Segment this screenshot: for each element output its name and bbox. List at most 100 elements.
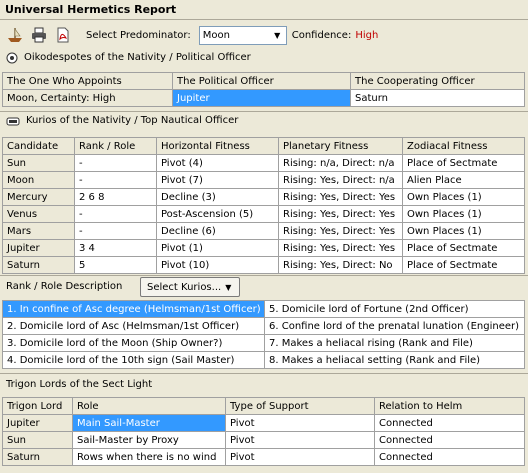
- table-cell[interactable]: Rising: Yes, Direct: n/a: [278, 171, 403, 189]
- table-cell[interactable]: Place of Sectmate: [402, 256, 525, 274]
- table-cell[interactable]: Rising: Yes, Direct: Yes: [278, 205, 403, 223]
- table-row[interactable]: Moon, Certainty: High Jupiter Saturn: [2, 89, 525, 107]
- table-cell[interactable]: 3 4: [74, 239, 157, 257]
- table-cell[interactable]: Jupiter: [2, 239, 75, 257]
- predominator-select[interactable]: Moon ▼: [198, 25, 287, 45]
- list-row[interactable]: 1. In confine of Asc degree (Helmsman/1s…: [2, 300, 525, 318]
- table-row[interactable]: Saturn 5 Pivot (10) Rising: Yes, Direct:…: [2, 256, 525, 274]
- report-title: Universal Hermetics Report: [0, 0, 528, 20]
- list-item[interactable]: 5. Domicile lord of Fortune (2nd Officer…: [264, 300, 525, 318]
- table-cell-selected[interactable]: Main Sail-Master: [72, 414, 226, 432]
- table-cell[interactable]: Venus: [2, 205, 75, 223]
- table-cell[interactable]: Post-Ascension (5): [156, 205, 279, 223]
- list-item[interactable]: 6. Confine lord of the prenatal lunation…: [264, 317, 525, 335]
- column-header[interactable]: Zodiacal Fitness: [402, 137, 525, 155]
- table-row[interactable]: Jupiter Main Sail-Master Pivot Connected: [2, 414, 525, 432]
- column-header[interactable]: Horizontal Fitness: [156, 137, 279, 155]
- table-cell[interactable]: Moon: [2, 171, 75, 189]
- table-row[interactable]: Mars - Decline (6) Rising: Yes, Direct: …: [2, 222, 525, 240]
- column-header[interactable]: Type of Support: [225, 397, 375, 415]
- table-cell[interactable]: -: [74, 205, 157, 223]
- table-cell[interactable]: Own Places (1): [402, 188, 525, 206]
- list-row[interactable]: 2. Domicile lord of Asc (Helmsman/1st Of…: [2, 317, 525, 335]
- table-cell[interactable]: Rising: Yes, Direct: Yes: [278, 188, 403, 206]
- rank-role-list: 1. In confine of Asc degree (Helmsman/1s…: [2, 300, 525, 369]
- table-cell[interactable]: Saturn: [2, 256, 75, 274]
- table-cell[interactable]: Connected: [374, 414, 525, 432]
- column-header[interactable]: Trigon Lord: [2, 397, 73, 415]
- list-item[interactable]: 4. Domicile lord of the 10th sign (Sail …: [2, 351, 265, 369]
- list-item[interactable]: 2. Domicile lord of Asc (Helmsman/1st Of…: [2, 317, 265, 335]
- table-cell[interactable]: Pivot (1): [156, 239, 279, 257]
- column-header[interactable]: The Cooperating Officer: [350, 72, 525, 90]
- table-cell[interactable]: Pivot: [225, 448, 375, 466]
- column-header[interactable]: Relation to Helm: [374, 397, 525, 415]
- select-kurios-button[interactable]: Select Kurios... ▼: [140, 277, 240, 297]
- list-item[interactable]: 3. Domicile lord of the Moon (Ship Owner…: [2, 334, 265, 352]
- table-row[interactable]: Venus - Post-Ascension (5) Rising: Yes, …: [2, 205, 525, 223]
- column-header[interactable]: Rank / Role: [74, 137, 157, 155]
- table-cell[interactable]: Rising: Yes, Direct: Yes: [278, 239, 403, 257]
- column-header[interactable]: The Political Officer: [172, 72, 351, 90]
- predominator-label: Select Predominator:: [86, 29, 191, 41]
- table-row[interactable]: Saturn Rows when there is no wind Pivot …: [2, 448, 525, 466]
- column-header[interactable]: The One Who Appoints: [2, 72, 173, 90]
- table-cell[interactable]: Connected: [374, 431, 525, 449]
- table-cell[interactable]: -: [74, 154, 157, 172]
- table-cell[interactable]: Rising: Yes, Direct: No: [278, 256, 403, 274]
- table-cell[interactable]: Rows when there is no wind: [72, 448, 226, 466]
- list-item[interactable]: 7. Makes a heliacal rising (Rank and Fil…: [264, 334, 525, 352]
- column-header[interactable]: Role: [72, 397, 226, 415]
- table-cell[interactable]: Rising: n/a, Direct: n/a: [278, 154, 403, 172]
- pdf-icon[interactable]: [54, 26, 72, 44]
- table-cell[interactable]: Saturn: [2, 448, 73, 466]
- list-row[interactable]: 4. Domicile lord of the 10th sign (Sail …: [2, 351, 525, 369]
- table-cell[interactable]: Rising: Yes, Direct: Yes: [278, 222, 403, 240]
- table-row[interactable]: Jupiter 3 4 Pivot (1) Rising: Yes, Direc…: [2, 239, 525, 257]
- trigon-heading-row: Trigon Lords of the Sect Light: [0, 373, 528, 395]
- tag-icon: [6, 52, 18, 64]
- chevron-down-icon[interactable]: ▼: [269, 27, 286, 44]
- table-cell[interactable]: Moon, Certainty: High: [2, 89, 173, 107]
- table-cell[interactable]: Sail-Master by Proxy: [72, 431, 226, 449]
- table-cell[interactable]: Pivot (4): [156, 154, 279, 172]
- predominator-value: Moon: [202, 29, 230, 41]
- table-cell[interactable]: Own Places (1): [402, 205, 525, 223]
- table-cell[interactable]: -: [74, 222, 157, 240]
- table-cell[interactable]: Mercury: [2, 188, 75, 206]
- table-cell[interactable]: Own Places (1): [402, 222, 525, 240]
- table-cell[interactable]: Pivot: [225, 414, 375, 432]
- list-row[interactable]: 3. Domicile lord of the Moon (Ship Owner…: [2, 334, 525, 352]
- table-cell[interactable]: Decline (6): [156, 222, 279, 240]
- trigon-table: Trigon Lord Role Type of Support Relatio…: [2, 397, 525, 466]
- table-row[interactable]: Mercury 2 6 8 Decline (3) Rising: Yes, D…: [2, 188, 525, 206]
- table-cell[interactable]: Sun: [2, 154, 75, 172]
- ship-icon[interactable]: [6, 26, 24, 44]
- list-item-selected[interactable]: 1. In confine of Asc degree (Helmsman/1s…: [2, 300, 265, 318]
- table-cell[interactable]: Alien Place: [402, 171, 525, 189]
- table-cell-selected[interactable]: Jupiter: [172, 89, 351, 107]
- table-cell[interactable]: Place of Sectmate: [402, 154, 525, 172]
- table-row[interactable]: Sun - Pivot (4) Rising: n/a, Direct: n/a…: [2, 154, 525, 172]
- list-item[interactable]: 8. Makes a heliacal setting (Rank and Fi…: [264, 351, 525, 369]
- table-cell[interactable]: Decline (3): [156, 188, 279, 206]
- table-cell[interactable]: Saturn: [350, 89, 525, 107]
- table-header-row: The One Who Appoints The Political Offic…: [2, 72, 525, 90]
- column-header[interactable]: Planetary Fitness: [278, 137, 403, 155]
- column-header[interactable]: Candidate: [2, 137, 75, 155]
- table-cell[interactable]: Pivot (7): [156, 171, 279, 189]
- table-cell[interactable]: Connected: [374, 448, 525, 466]
- table-cell[interactable]: -: [74, 171, 157, 189]
- table-cell[interactable]: 5: [74, 256, 157, 274]
- table-cell[interactable]: 2 6 8: [74, 188, 157, 206]
- table-cell[interactable]: Mars: [2, 222, 75, 240]
- table-cell[interactable]: Pivot (10): [156, 256, 279, 274]
- table-cell[interactable]: Jupiter: [2, 414, 73, 432]
- print-icon[interactable]: [30, 26, 48, 44]
- table-cell[interactable]: Pivot: [225, 431, 375, 449]
- table-row[interactable]: Moon - Pivot (7) Rising: Yes, Direct: n/…: [2, 171, 525, 189]
- table-row[interactable]: Sun Sail-Master by Proxy Pivot Connected: [2, 431, 525, 449]
- table-cell[interactable]: Place of Sectmate: [402, 239, 525, 257]
- table-cell[interactable]: Sun: [2, 431, 73, 449]
- table-header-row: Candidate Rank / Role Horizontal Fitness…: [2, 137, 525, 155]
